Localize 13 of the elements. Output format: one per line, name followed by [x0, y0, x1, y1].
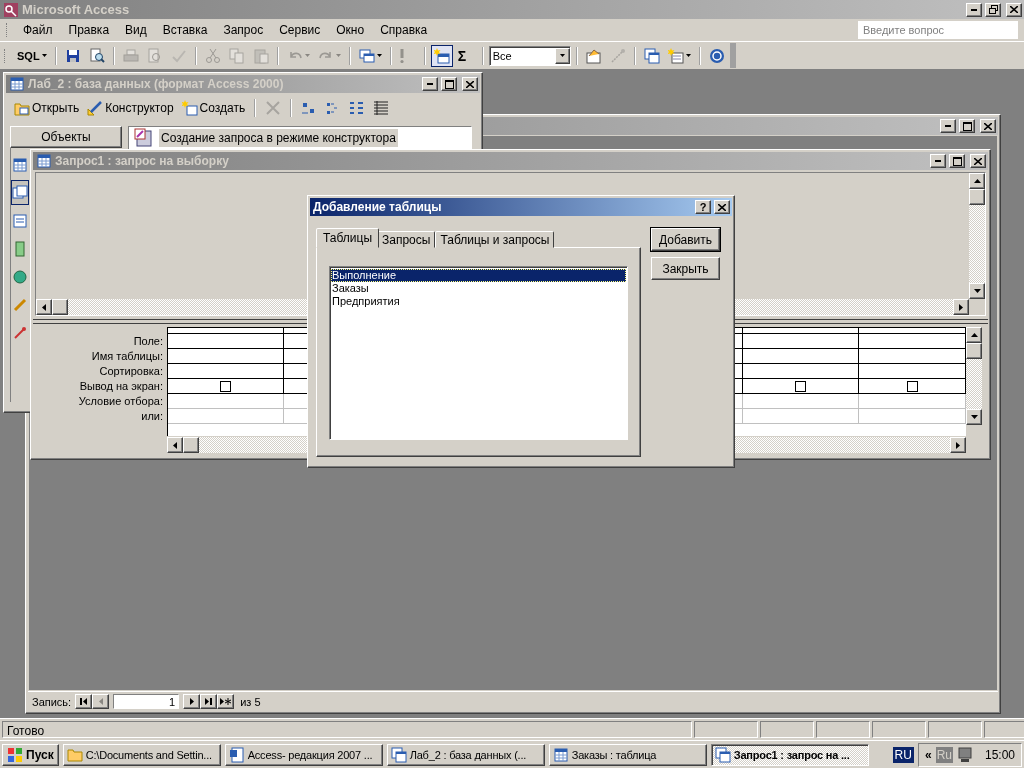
app-title: Microsoft Access [22, 2, 131, 17]
row-label: или: [141, 409, 163, 424]
row-label: Вывод на экран: [79, 379, 163, 394]
row-label: Сортировка: [99, 364, 163, 379]
window-title: Запрос1 : запрос на выборку [55, 154, 230, 168]
dialog-title: Добавление таблицы [313, 200, 443, 214]
clock: 15:00 [984, 747, 1015, 762]
record-count: из 5 [240, 695, 261, 708]
status-text: Готово [2, 721, 692, 738]
row-label: Имя таблицы: [91, 349, 163, 364]
row-label: Поле: [133, 334, 163, 349]
row-label: Условие отбора: [78, 394, 163, 409]
record-label: Запись: [32, 695, 72, 708]
